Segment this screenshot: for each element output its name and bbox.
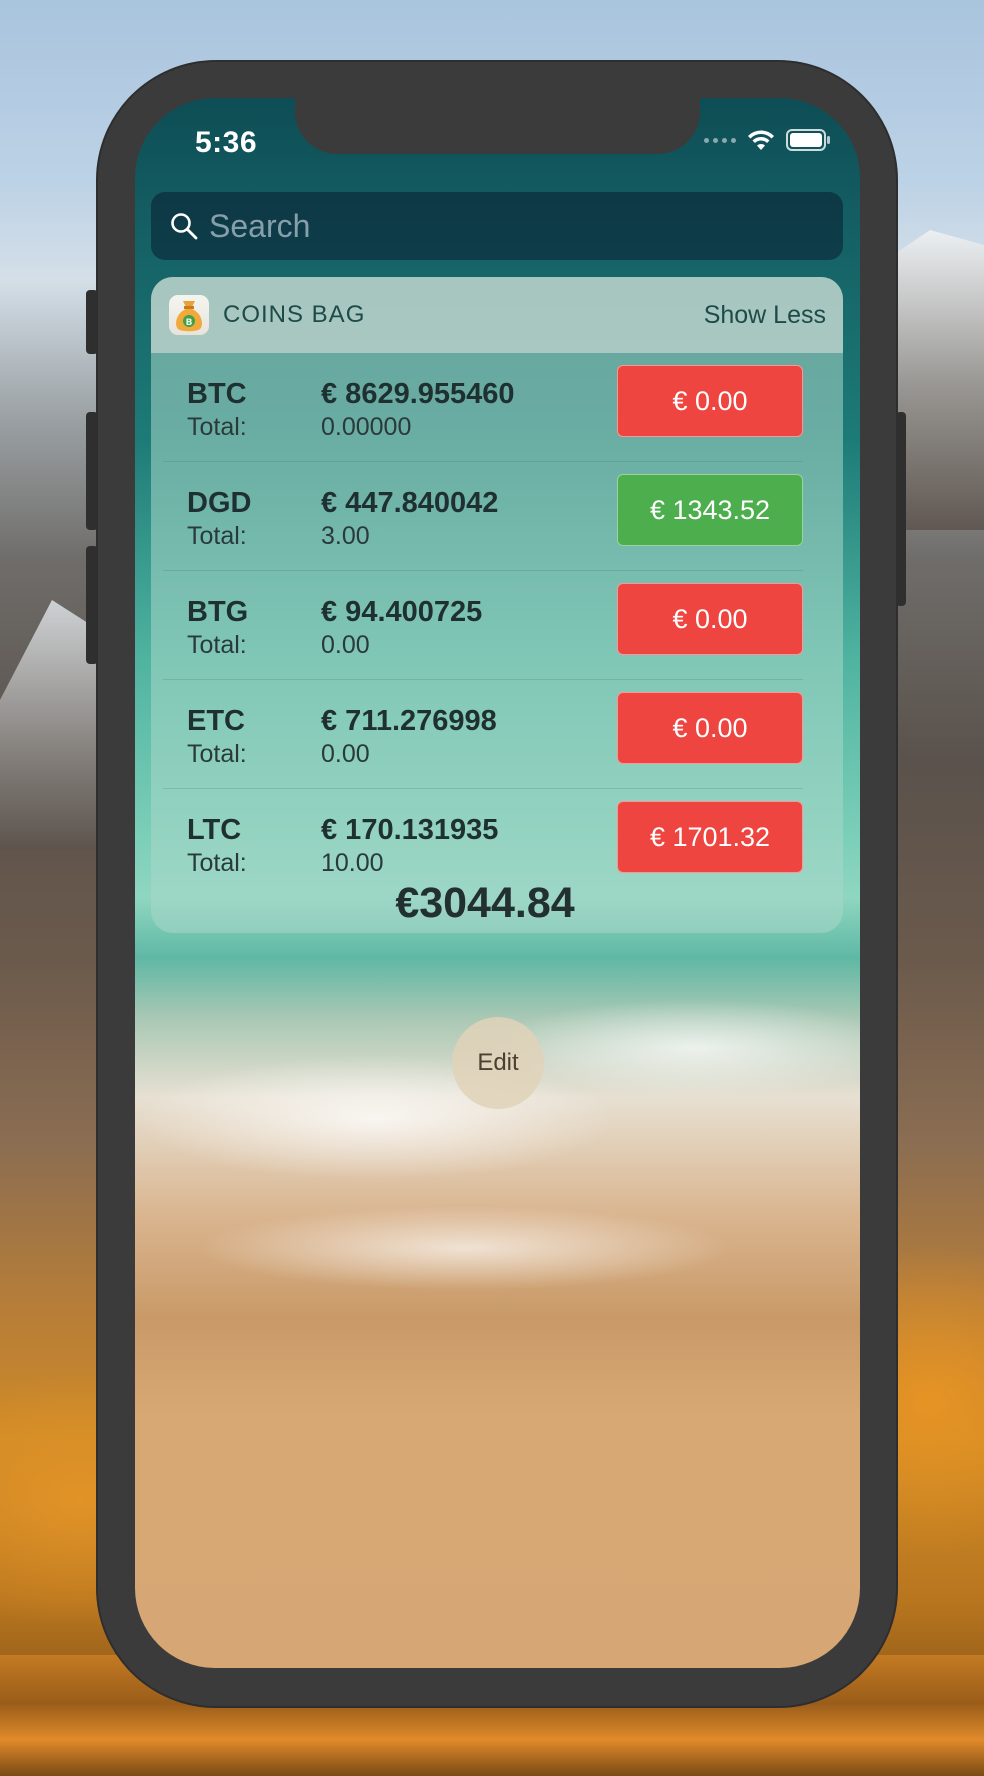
coin-price: € 711.276998 — [321, 705, 497, 737]
total-label: Total: — [187, 522, 247, 550]
coin-row-btc: BTC Total: € 8629.955460 0.00000 € 0.00 — [163, 353, 803, 462]
widget-title: COINS BAG — [223, 301, 366, 328]
notch — [295, 98, 700, 154]
total-label: Total: — [187, 413, 247, 441]
coin-symbol: ETC — [187, 705, 245, 737]
svg-text:B: B — [186, 318, 193, 328]
volume-down-button — [86, 546, 98, 664]
coin-price: € 8629.955460 — [321, 378, 515, 410]
coin-value-button[interactable]: € 0.00 — [617, 583, 803, 655]
coins-bag-widget: B COINS BAG Show Less BTC Total: € 8629.… — [151, 277, 843, 933]
coin-price: € 94.400725 — [321, 596, 483, 628]
wifi-icon — [748, 130, 774, 150]
coin-amount: 10.00 — [321, 849, 384, 877]
coin-row-etc: ETC Total: € 711.276998 0.00 € 0.00 — [163, 680, 803, 789]
widget-header: B COINS BAG Show Less — [151, 277, 843, 353]
search-bar[interactable]: Search — [151, 192, 843, 260]
coin-price: € 447.840042 — [321, 487, 499, 519]
edit-button[interactable]: Edit — [452, 1017, 544, 1109]
coin-symbol: LTC — [187, 814, 242, 846]
total-label: Total: — [187, 740, 247, 768]
battery-icon — [786, 129, 830, 151]
volume-up-button — [86, 412, 98, 530]
money-bag-icon: B — [169, 295, 209, 335]
coin-amount: 0.00 — [321, 631, 370, 659]
show-less-button[interactable]: Show Less — [704, 301, 826, 330]
status-icons — [704, 128, 832, 152]
status-time: 5:36 — [195, 126, 258, 159]
coin-value-button[interactable]: € 1701.32 — [617, 801, 803, 873]
coin-row-btg: BTG Total: € 94.400725 0.00 € 0.00 — [163, 571, 803, 680]
search-placeholder: Search — [209, 207, 311, 244]
coin-amount: 0.00 — [321, 740, 370, 768]
coin-symbol: DGD — [187, 487, 252, 519]
coin-amount: 0.00000 — [321, 413, 412, 441]
coin-symbol: BTG — [187, 596, 249, 628]
coin-value-button[interactable]: € 1343.52 — [617, 474, 803, 546]
phone-screen: 5:36 Search B COINS BAG Show Less BTC To… — [135, 98, 860, 1668]
total-label: Total: — [187, 631, 247, 659]
coin-list: BTC Total: € 8629.955460 0.00000 € 0.00 … — [163, 353, 803, 897]
total-label: Total: — [187, 849, 247, 877]
signal-icon — [704, 137, 736, 143]
coin-price: € 170.131935 — [321, 814, 499, 846]
coin-row-dgd: DGD Total: € 447.840042 3.00 € 1343.52 — [163, 462, 803, 571]
coin-symbol: BTC — [187, 378, 247, 410]
search-icon — [171, 213, 198, 240]
power-button — [896, 412, 906, 606]
coin-amount: 3.00 — [321, 522, 370, 550]
grand-total: €3044.84 — [395, 879, 575, 927]
coin-value-button[interactable]: € 0.00 — [617, 365, 803, 437]
wave-foam — [135, 928, 860, 1348]
coin-value-button[interactable]: € 0.00 — [617, 692, 803, 764]
mute-switch — [86, 290, 98, 354]
